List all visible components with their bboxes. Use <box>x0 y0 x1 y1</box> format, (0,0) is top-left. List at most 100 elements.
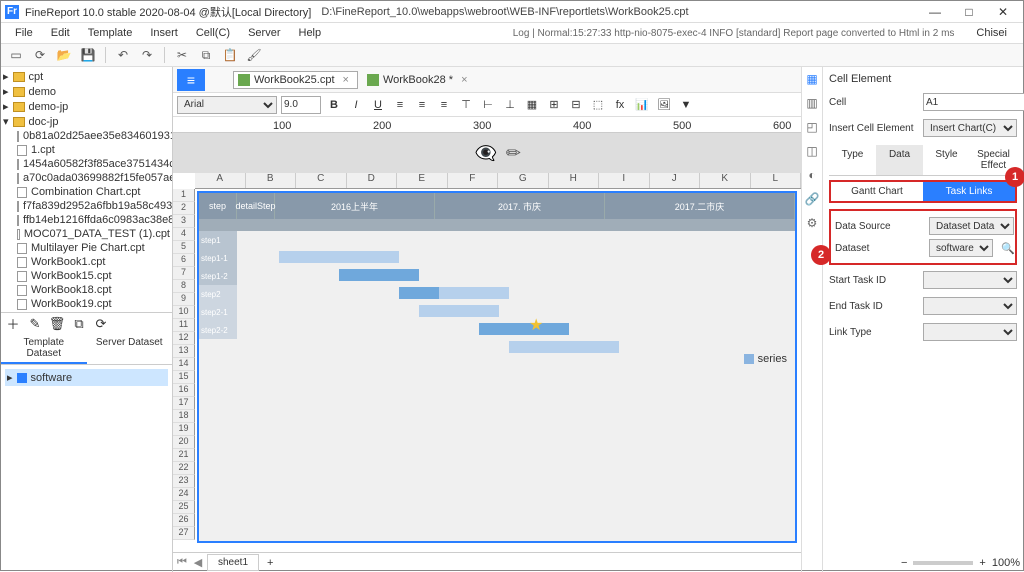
bold-icon[interactable]: B <box>325 96 343 114</box>
search-icon[interactable]: 🔍 <box>997 242 1019 255</box>
file-icon <box>17 173 19 184</box>
sheet-nav-first[interactable]: ⏮ <box>175 556 189 569</box>
save-icon[interactable]: 💾 <box>79 46 97 64</box>
cell-attr-panel-icon[interactable]: ▥ <box>804 95 820 111</box>
minimize-button[interactable]: — <box>919 3 951 21</box>
add-dataset-icon[interactable]: ＋ <box>5 316 21 332</box>
folder-icon <box>13 87 25 97</box>
cell-element-panel-icon[interactable]: ▦ <box>804 71 820 87</box>
file-icon <box>17 229 20 240</box>
milestone-star-icon: ★ <box>529 315 543 335</box>
menu-help[interactable]: Help <box>291 25 330 41</box>
split-icon[interactable]: ⊟ <box>567 96 585 114</box>
user-label[interactable]: Chisei <box>966 27 1017 39</box>
dataset-label: Dataset <box>835 243 925 254</box>
font-size-input[interactable] <box>281 96 321 114</box>
menu-insert[interactable]: Insert <box>142 25 186 41</box>
insert-select[interactable]: Insert Chart(C) <box>923 119 1017 137</box>
close-tab-icon[interactable]: × <box>339 74 353 86</box>
valign-bot-icon[interactable]: ⊥ <box>501 96 519 114</box>
border-icon[interactable]: ▦ <box>523 96 541 114</box>
file-tree[interactable]: ▸cpt ▸demo ▸demo-jp ▾doc-jp 0b81a02d25ae… <box>1 67 172 312</box>
cell-input[interactable] <box>923 93 1024 111</box>
header-area: 👁‍🗨 ✏ <box>173 133 801 173</box>
undo-icon[interactable]: ↶ <box>114 46 132 64</box>
tab-type[interactable]: Type <box>829 145 876 175</box>
visibility-icon[interactable]: 👁‍🗨 <box>474 143 496 164</box>
maximize-button[interactable]: □ <box>953 3 985 21</box>
datasource-label: Data Source <box>835 221 925 232</box>
new-icon[interactable]: ▭ <box>7 46 25 64</box>
workbook-icon <box>367 74 379 86</box>
float-icon[interactable]: ⬚ <box>589 96 607 114</box>
workbook-tab-1[interactable]: WorkBook25.cpt × <box>233 71 358 89</box>
report-mode-icon[interactable]: ≡ <box>177 69 205 91</box>
link-panel-icon[interactable]: 🔗 <box>804 191 820 207</box>
format-icon[interactable]: 🖌 <box>245 46 263 64</box>
close-button[interactable]: ✕ <box>987 3 1019 21</box>
sheet-tab[interactable]: sheet1 <box>207 554 259 571</box>
valign-top-icon[interactable]: ⊤ <box>457 96 475 114</box>
image-icon[interactable]: 🖼 <box>655 96 673 114</box>
menu-server[interactable]: Server <box>240 25 288 41</box>
tab-style[interactable]: Style <box>923 145 970 175</box>
refresh-dataset-icon[interactable]: ⟳ <box>93 316 109 332</box>
horizontal-ruler: 100 200 300 400 500 600 <box>173 117 801 133</box>
folder-icon <box>13 102 25 112</box>
tab-server-dataset[interactable]: Server Dataset <box>87 334 173 364</box>
workbook-tab-2[interactable]: WorkBook28 * × <box>362 71 477 89</box>
chart-icon[interactable]: 📊 <box>633 96 651 114</box>
widget-panel-icon[interactable]: ◫ <box>804 143 820 159</box>
underline-icon[interactable]: U <box>369 96 387 114</box>
link-type-select[interactable] <box>923 323 1017 341</box>
column-headers[interactable]: ABCDEFGHIJKL <box>195 173 801 189</box>
menu-cell[interactable]: Cell(C) <box>188 25 238 41</box>
sheet-nav-prev[interactable]: ◀ <box>191 556 205 569</box>
refresh-icon[interactable]: ⟳ <box>31 46 49 64</box>
edit-icon[interactable]: ✏ <box>506 143 521 164</box>
paste-icon[interactable]: 📋 <box>221 46 239 64</box>
formula-icon[interactable]: fx <box>611 96 629 114</box>
menu-file[interactable]: File <box>7 25 41 41</box>
edit-dataset-icon[interactable]: ✎ <box>27 316 43 332</box>
align-center-icon[interactable]: ≡ <box>413 96 431 114</box>
menu-edit[interactable]: Edit <box>43 25 78 41</box>
gantt-bar <box>419 305 499 317</box>
subtab-task-links[interactable]: Task Links <box>923 182 1015 201</box>
gantt-chart[interactable]: step detailStep 2016上半年 2017. 市庆 2017.二市… <box>197 191 797 543</box>
italic-icon[interactable]: I <box>347 96 365 114</box>
tab-data[interactable]: Data <box>876 145 923 175</box>
end-task-label: End Task ID <box>829 301 919 312</box>
float-panel-icon[interactable]: ◰ <box>804 119 820 135</box>
row-headers[interactable]: 1234567891011121314151617181920212223242… <box>173 189 195 540</box>
font-family-select[interactable]: Arial <box>177 96 277 114</box>
app-logo-icon: Fr <box>5 5 19 19</box>
dataset-select[interactable]: software <box>929 239 993 257</box>
redo-icon[interactable]: ↷ <box>138 46 156 64</box>
start-task-select[interactable] <box>923 271 1017 289</box>
cut-icon[interactable]: ✂ <box>173 46 191 64</box>
merge-icon[interactable]: ⊞ <box>545 96 563 114</box>
tab-template-dataset[interactable]: Template Dataset <box>1 334 87 364</box>
add-sheet-button[interactable]: + <box>261 555 279 571</box>
menu-template[interactable]: Template <box>80 25 141 41</box>
datasource-select[interactable]: Dataset Data <box>929 217 1014 235</box>
end-task-select[interactable] <box>923 297 1017 315</box>
file-icon <box>17 145 27 156</box>
condition-panel-icon[interactable]: ◐ <box>804 167 820 183</box>
close-tab-icon[interactable]: × <box>457 74 471 86</box>
log-message: Log | Normal:15:27:33 http-nio-8075-exec… <box>513 28 955 39</box>
subtab-gantt[interactable]: Gantt Chart <box>831 182 923 201</box>
align-right-icon[interactable]: ≡ <box>435 96 453 114</box>
folder-icon <box>13 72 25 82</box>
copy-icon[interactable]: ⧉ <box>197 46 215 64</box>
cell-label: Cell <box>829 97 919 108</box>
dataset-item[interactable]: ▸ software <box>5 369 168 386</box>
filter-icon[interactable]: ▼ <box>677 96 695 114</box>
open-icon[interactable]: 📂 <box>55 46 73 64</box>
align-left-icon[interactable]: ≡ <box>391 96 409 114</box>
valign-mid-icon[interactable]: ⊢ <box>479 96 497 114</box>
delete-dataset-icon[interactable]: 🗑 <box>49 316 65 332</box>
copy-dataset-icon[interactable]: ⧉ <box>71 316 87 332</box>
auth-panel-icon[interactable]: ⚙ <box>804 215 820 231</box>
